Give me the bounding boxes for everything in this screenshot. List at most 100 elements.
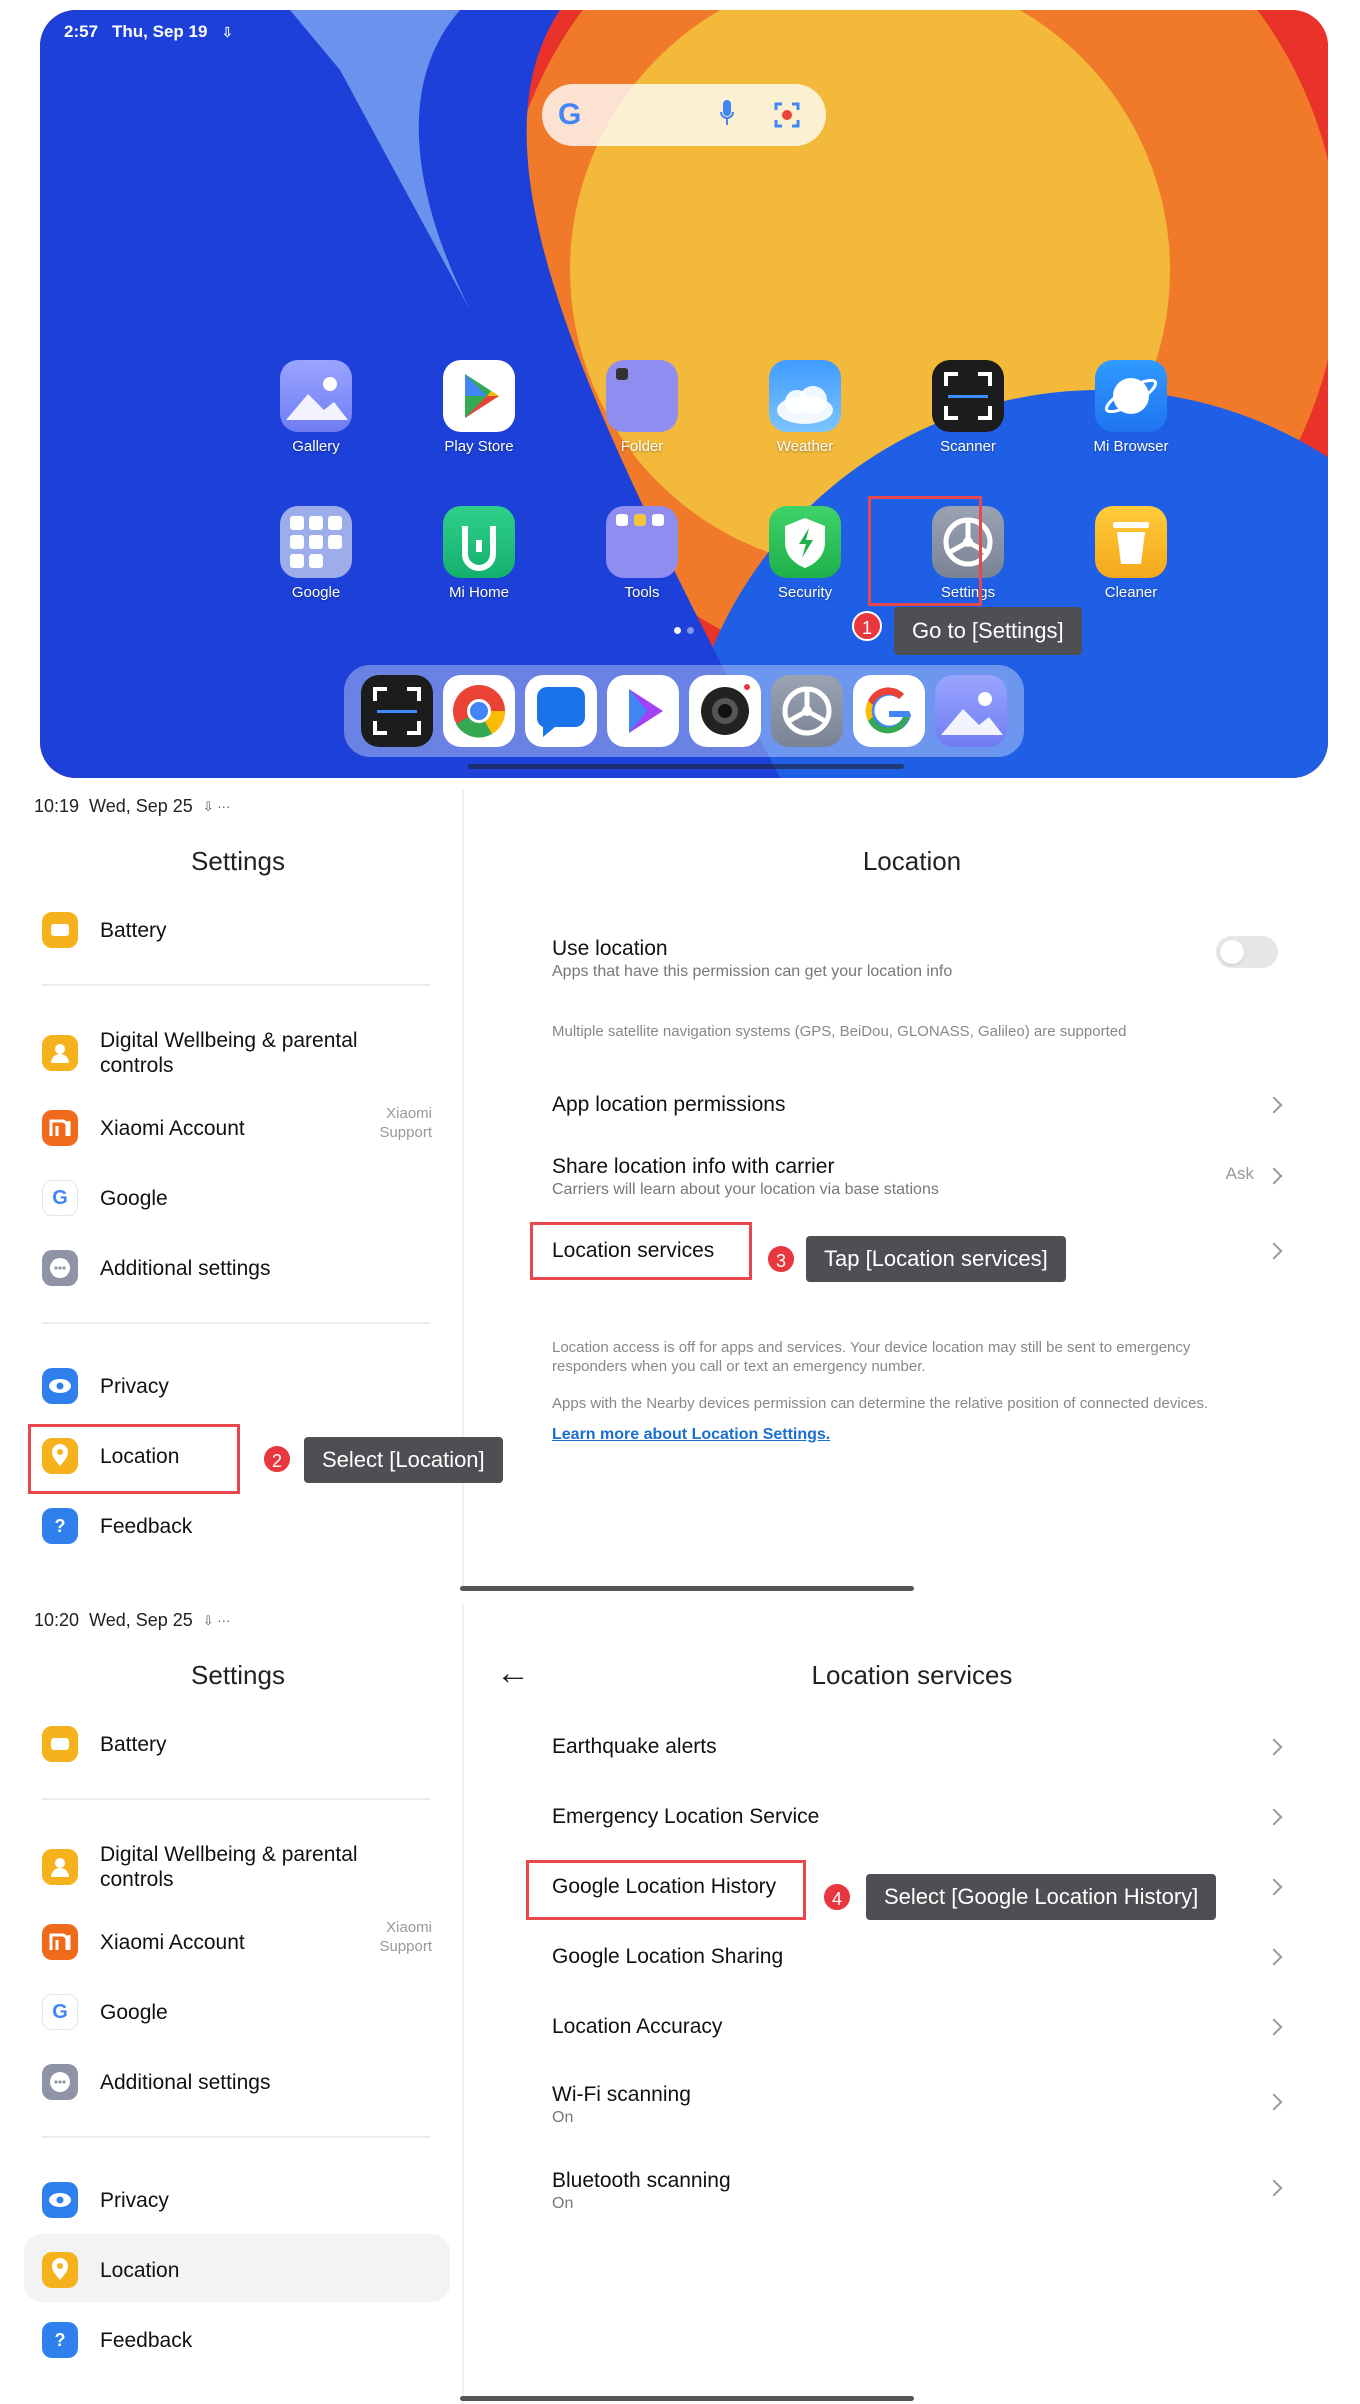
play-store-icon [443,360,515,432]
status-date: Wed, Sep 25 [89,796,193,816]
app-label: Folder [620,438,664,455]
messages-icon[interactable] [525,675,597,747]
divider [42,1322,430,1324]
step1-badge: 1 [852,611,882,641]
sidebar-item-battery[interactable]: Battery [42,912,432,948]
location-services-title: Location services [811,1660,1013,1690]
sidebar-item-privacy[interactable]: Privacy [42,2182,432,2218]
google-location-sharing-row[interactable]: Google Location Sharing [552,1944,1283,1970]
google-search-bar[interactable]: G [542,84,826,146]
home-gesture-bar[interactable] [468,764,904,769]
dock [344,665,1024,757]
app-label: Cleaner [1104,584,1158,601]
sidebar-item-location[interactable]: Location [42,2252,432,2288]
learn-more-link[interactable]: Learn more about Location Settings. [552,1426,830,1444]
step4-badge: 4 [822,1882,852,1912]
sidebar-item-feedback[interactable]: ? Feedback [42,2322,432,2358]
sidebar-item-google[interactable]: G Google [42,1180,432,1216]
sidebar-item-wellbeing[interactable]: Digital Wellbeing & parental controls [42,1842,432,1892]
location-accuracy-row[interactable]: Location Accuracy [552,2014,1283,2040]
app-mi-home[interactable]: Mi Home [409,506,549,601]
app-label: Scanner [940,438,996,455]
location-access-note: Location access is off for apps and serv… [552,1339,1191,1375]
app-folder[interactable]: Folder [572,360,712,455]
dock-settings-icon[interactable] [771,675,843,747]
app-tools-folder[interactable]: Tools [572,506,712,601]
bluetooth-scanning-row[interactable]: Bluetooth scanning On [552,2168,1283,2214]
status-time: 2:57 [64,22,99,41]
status-bar: 10:19 Wed, Sep 25 ⇩ ··· [34,796,230,817]
emergency-location-row[interactable]: Emergency Location Service [552,1804,1283,1830]
sidebar-item-xiaomi-account[interactable]: Xiaomi Account Xiaomi Support [42,1919,432,1960]
app-label: Tools [624,584,660,601]
sidebar-item-label: Digital Wellbeing & parental controls [100,1029,358,1077]
gesture-bar[interactable] [460,1586,914,1591]
sidebar-item-additional[interactable]: Additional settings [42,2064,432,2100]
settings-title: Settings [191,1660,285,1690]
status-time: 10:19 [34,796,80,816]
gesture-bar[interactable] [460,2396,914,2401]
sidebar-item-label: Google [100,2000,168,2024]
app-security[interactable]: Security [735,506,875,601]
feedback-icon: ? [42,2322,78,2358]
sidebar-item-google[interactable]: G Google [42,1994,432,2030]
share-carrier-row[interactable]: Share location info with carrier Carrier… [552,1154,1283,1200]
status-bar: 2:57 Thu, Sep 19 ⇩ [64,22,233,42]
download-icon: ⇩ ··· [202,1612,231,1628]
sidebar-item-label: Digital Wellbeing & parental controls [100,1843,358,1891]
location-title: Location [862,846,962,876]
app-scanner[interactable]: Scanner [898,360,1038,455]
row-title: Wi-Fi scanning [552,2083,691,2106]
sidebar-item-battery[interactable]: Battery [42,1726,432,1762]
status-date: Wed, Sep 25 [89,1610,193,1630]
gallery-icon [280,360,352,432]
use-location-row[interactable]: Use location Apps that have this permiss… [552,936,1282,982]
wifi-scanning-row[interactable]: Wi-Fi scanning On [552,2082,1283,2128]
wellbeing-icon [42,1035,78,1071]
eye-icon [42,1368,78,1404]
app-label: Play Store [444,438,514,455]
sidebar-item-feedback[interactable]: ? Feedback [42,1508,432,1544]
cleaner-icon [1095,506,1167,578]
sidebar-item-label: Location [100,2258,180,2282]
google-icon: G [42,1180,78,1216]
feedback-icon: ? [42,1508,78,1544]
divider [42,1798,430,1800]
app-label: Security [777,584,833,601]
sidebar-item-label: Xiaomi Account [100,1930,245,1954]
google-icon[interactable] [853,675,925,747]
app-label: Weather [776,438,834,455]
dock-gallery-icon[interactable] [935,675,1007,747]
play-games-icon[interactable] [607,675,679,747]
lens-icon[interactable] [774,102,800,128]
step4-callout: Select [Google Location History] [866,1874,1217,1920]
step3-highlight [530,1222,752,1280]
dock-scanner-icon[interactable] [361,675,433,747]
chrome-icon[interactable] [443,675,515,747]
column-divider [462,1604,464,2404]
use-location-toggle[interactable] [1216,936,1278,968]
app-mi-browser[interactable]: Mi Browser [1061,360,1201,455]
google-logo-icon: G [558,98,582,131]
sidebar-item-wellbeing[interactable]: Digital Wellbeing & parental controls [42,1028,432,1078]
app-label: Mi Browser [1093,438,1169,455]
step2-badge: 2 [262,1444,292,1474]
sidebar-item-label: Privacy [100,2188,169,2212]
earthquake-alerts-row[interactable]: Earthquake alerts [552,1734,1283,1760]
eye-icon [42,2182,78,2218]
app-location-permissions-row[interactable]: App location permissions [552,1092,1283,1118]
camera-icon[interactable] [689,675,761,747]
app-google-folder[interactable]: Google [246,506,386,601]
app-label: Gallery [292,438,340,455]
app-cleaner[interactable]: Cleaner [1061,506,1201,601]
app-play-store[interactable]: Play Store [409,360,549,455]
mic-icon[interactable] [720,100,734,126]
use-location-title: Use location [552,937,668,960]
sidebar-item-privacy[interactable]: Privacy [42,1368,432,1404]
app-weather[interactable]: Weather [735,360,875,455]
sidebar-item-xiaomi-account[interactable]: Xiaomi Account Xiaomi Support [42,1105,432,1146]
sidebar-item-additional[interactable]: Additional settings [42,1250,432,1286]
wellbeing-icon [42,1849,78,1885]
app-gallery[interactable]: Gallery [246,360,386,455]
download-icon: ⇩ [221,23,234,40]
